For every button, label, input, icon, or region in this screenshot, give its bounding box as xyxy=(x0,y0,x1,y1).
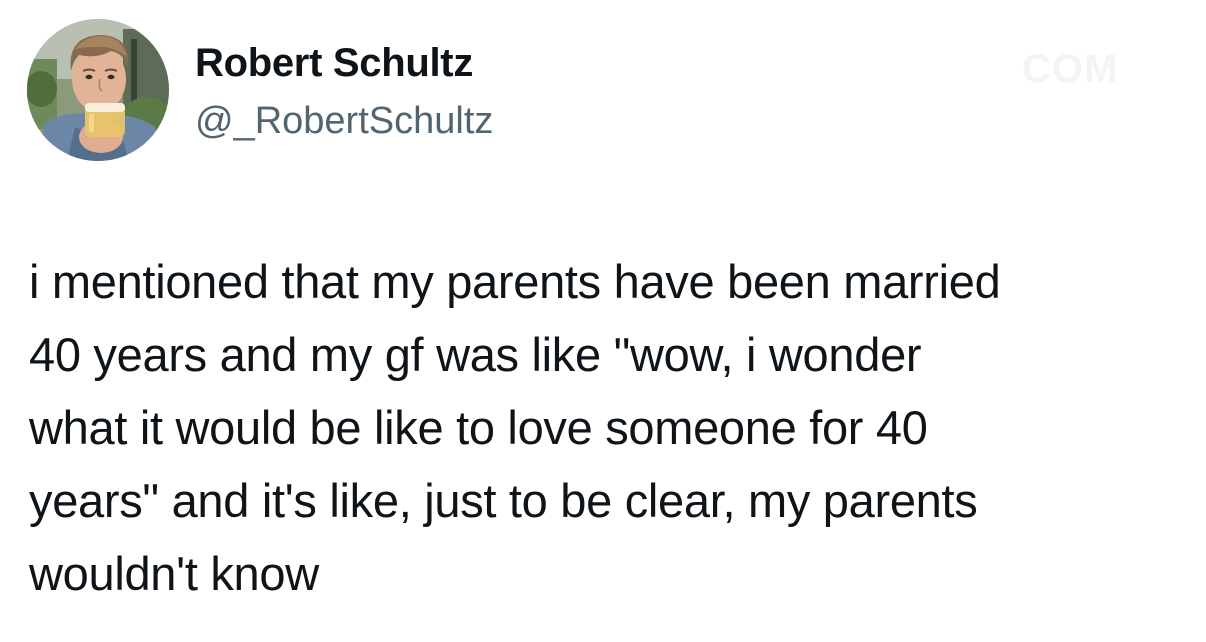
author-display-name[interactable]: Robert Schultz xyxy=(195,40,473,86)
tweet-text-line: years" and it's like, just to be clear, … xyxy=(29,474,978,527)
profile-photo-icon xyxy=(27,19,169,161)
author-handle[interactable]: @_RobertSchultz xyxy=(195,98,493,144)
tweet-text-line: what it would be like to love someone fo… xyxy=(29,401,928,454)
tweet-text-line: wouldn't know xyxy=(29,547,319,600)
tweet-text-line: i mentioned that my parents have been ma… xyxy=(29,255,1001,308)
avatar[interactable] xyxy=(27,19,169,161)
tweet-text-line: 40 years and my gf was like "wow, i wond… xyxy=(29,328,922,381)
tweet-card: Robert Schultz @_RobertSchultz COM i men… xyxy=(0,0,1206,642)
watermark: COM xyxy=(1022,47,1119,91)
tweet-text: i mentioned that my parents have been ma… xyxy=(29,245,1194,610)
